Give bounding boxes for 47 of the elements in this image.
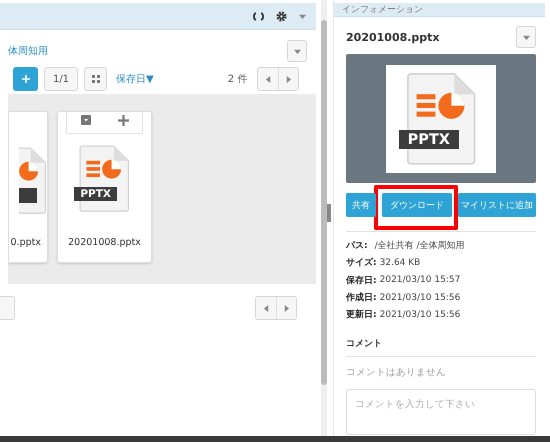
scrollbar[interactable] — [321, 0, 328, 436]
detail-label: 作成日: — [346, 291, 377, 304]
file-title: 20201008.pptx — [346, 30, 440, 44]
file-card[interactable]: PPTX 20201008.pptx — [57, 111, 152, 263]
file-card[interactable]: 0.pptx — [8, 111, 48, 263]
page-indicator[interactable]: 1/1 — [44, 67, 78, 91]
comment-field[interactable]: コメントを入力して下さい — [346, 389, 536, 436]
right-arrow-icon — [285, 76, 292, 82]
settings-icon[interactable] — [276, 10, 288, 22]
detail-label: パス: — [346, 240, 368, 252]
dropdown-button[interactable] — [516, 26, 536, 48]
detail-value: 2021/03/10 15:57 — [380, 275, 460, 286]
left-arrow-icon — [262, 304, 270, 312]
right-arrow-icon — [283, 304, 290, 312]
dropdown-button[interactable] — [287, 40, 308, 62]
refresh-icon[interactable] — [253, 10, 264, 22]
empty-comments-text: コメントはありません — [346, 366, 448, 380]
grid-icon — [92, 75, 100, 83]
caret-icon — [294, 48, 301, 54]
menu-square-icon[interactable] — [80, 115, 90, 125]
splitter-handle[interactable] — [327, 204, 332, 222]
add-button[interactable] — [13, 67, 38, 91]
plus-icon — [22, 75, 30, 83]
grid-view-button[interactable] — [84, 67, 107, 91]
detail-value: 32.64 KB — [380, 258, 420, 268]
info-header: インフォメーション — [334, 3, 546, 17]
file-type-label: PPTX — [74, 186, 118, 201]
item-count: 2 件 — [228, 73, 248, 86]
file-name: 0.pptx — [10, 237, 42, 248]
file-type-label: PPTX — [398, 130, 459, 149]
section-heading: コメント — [346, 338, 384, 350]
plus-icon[interactable] — [118, 114, 128, 126]
detail-value: 2021/03/10 15:56 — [380, 310, 460, 320]
detail-label: 保存日: — [346, 274, 377, 287]
caret-icon — [522, 34, 530, 40]
detail-value: 2021/03/10 15:56 — [380, 292, 460, 303]
detail-value: /全社共有 /全体周知用 — [374, 240, 465, 252]
detail-label: サイズ: — [346, 256, 377, 270]
detail-label: 更新日: — [346, 308, 377, 322]
action-button[interactable]: マイリストに追加 — [458, 193, 536, 217]
action-button[interactable]: 共有 — [346, 193, 376, 217]
action-button[interactable]: ダウンロード — [382, 193, 452, 217]
caret-icon — [299, 12, 306, 20]
left-arrow-icon — [264, 76, 272, 82]
file-name: 20201008.pptx — [68, 237, 141, 248]
sort-link[interactable]: 保存日▼ — [116, 72, 154, 86]
breadcrumb-link[interactable]: 体周知用 — [8, 44, 48, 58]
